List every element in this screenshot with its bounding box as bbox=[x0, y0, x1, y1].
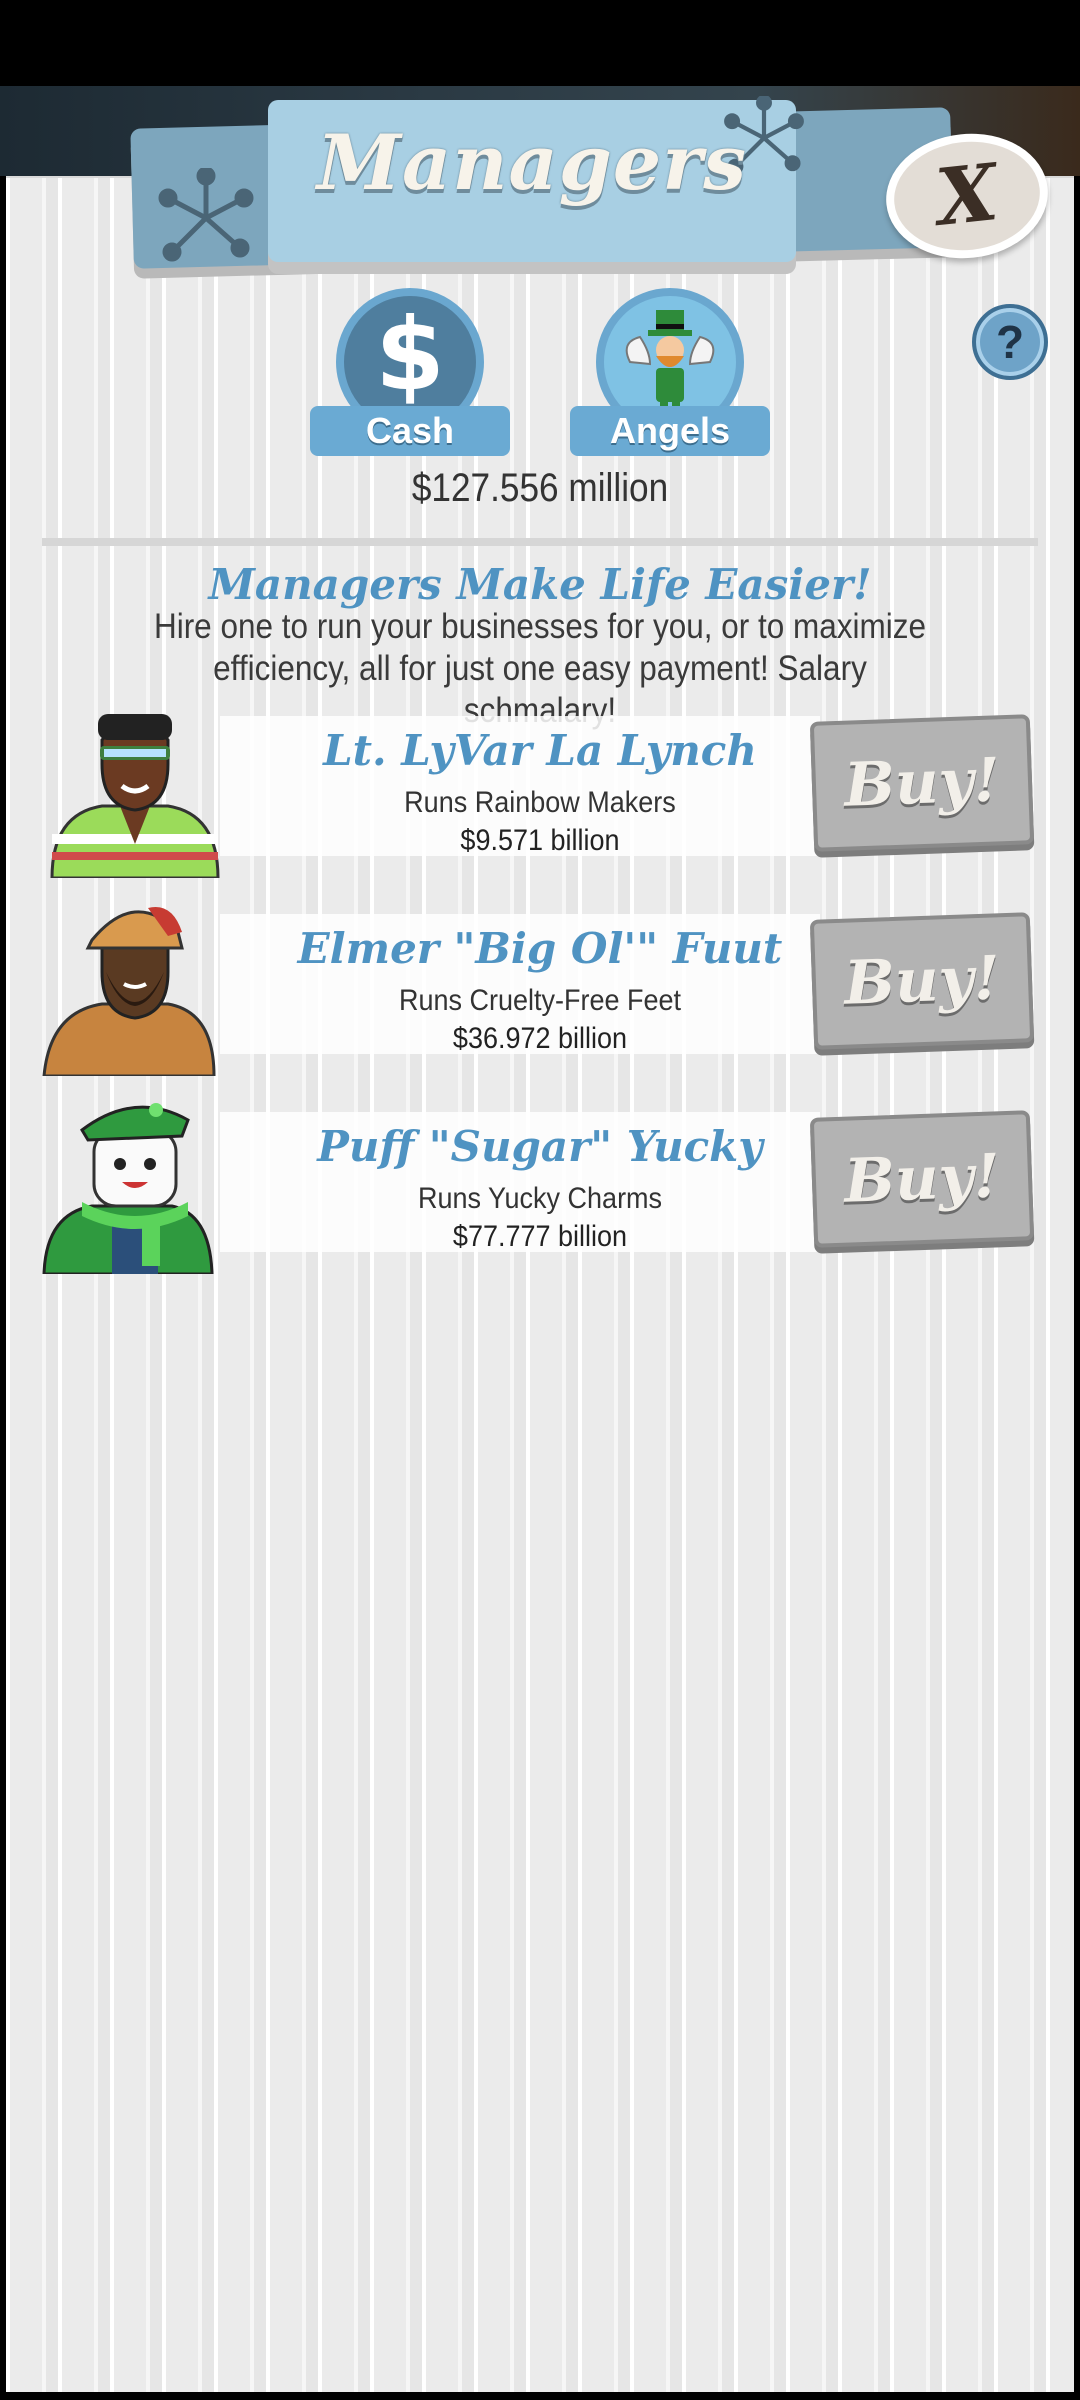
buy-button[interactable]: Buy! bbox=[809, 714, 1035, 852]
buy-button[interactable]: Buy! bbox=[809, 912, 1035, 1050]
manager-portrait bbox=[42, 907, 216, 1076]
status-bar bbox=[0, 0, 1080, 86]
divider bbox=[42, 538, 1038, 546]
intro-headline: Managers Make Life Easier! bbox=[208, 560, 872, 609]
buy-button-label: Buy! bbox=[843, 943, 1001, 1019]
buy-button-label: Buy! bbox=[843, 745, 1001, 821]
tab-cash[interactable]: $ Cash bbox=[310, 288, 510, 456]
help-icon: ? bbox=[995, 316, 1025, 368]
manager-price: $9.571 billion bbox=[460, 824, 620, 857]
manager-name: Puff "Sugar" Yucky bbox=[317, 1122, 763, 1171]
manager-price: $36.972 billion bbox=[452, 1022, 628, 1055]
tab-angels-label: Angels bbox=[570, 406, 770, 456]
manager-business: Runs Cruelty-Free Feet bbox=[398, 984, 682, 1017]
tab-angels[interactable]: Angels bbox=[570, 288, 770, 456]
manager-name: Lt. LyVar La Lynch bbox=[323, 726, 757, 775]
list-item: Elmer "Big Ol'" Fuut Runs Cruelty-Free F… bbox=[0, 892, 1080, 1076]
cash-balance: $127.556 million bbox=[411, 466, 669, 510]
manager-business: Runs Yucky Charms bbox=[417, 1182, 663, 1215]
help-button[interactable]: ? bbox=[972, 304, 1048, 380]
manager-price: $77.777 billion bbox=[452, 1220, 628, 1253]
buy-button[interactable]: Buy! bbox=[809, 1110, 1035, 1248]
tab-cash-label: Cash bbox=[310, 406, 510, 456]
list-item: Lt. LyVar La Lynch Runs Rainbow Makers $… bbox=[0, 694, 1080, 878]
manager-business: Runs Rainbow Makers bbox=[404, 786, 676, 819]
buy-button-label: Buy! bbox=[843, 1141, 1001, 1217]
manager-portrait bbox=[50, 714, 220, 878]
manager-portrait bbox=[42, 1103, 214, 1274]
page-title: Managers bbox=[316, 118, 748, 207]
close-icon: X bbox=[932, 147, 1002, 244]
sparkle-icon bbox=[158, 168, 254, 262]
manager-name: Elmer "Big Ol'" Fuut bbox=[297, 924, 783, 973]
list-item: Puff "Sugar" Yucky Runs Yucky Charms $77… bbox=[0, 1090, 1080, 1274]
